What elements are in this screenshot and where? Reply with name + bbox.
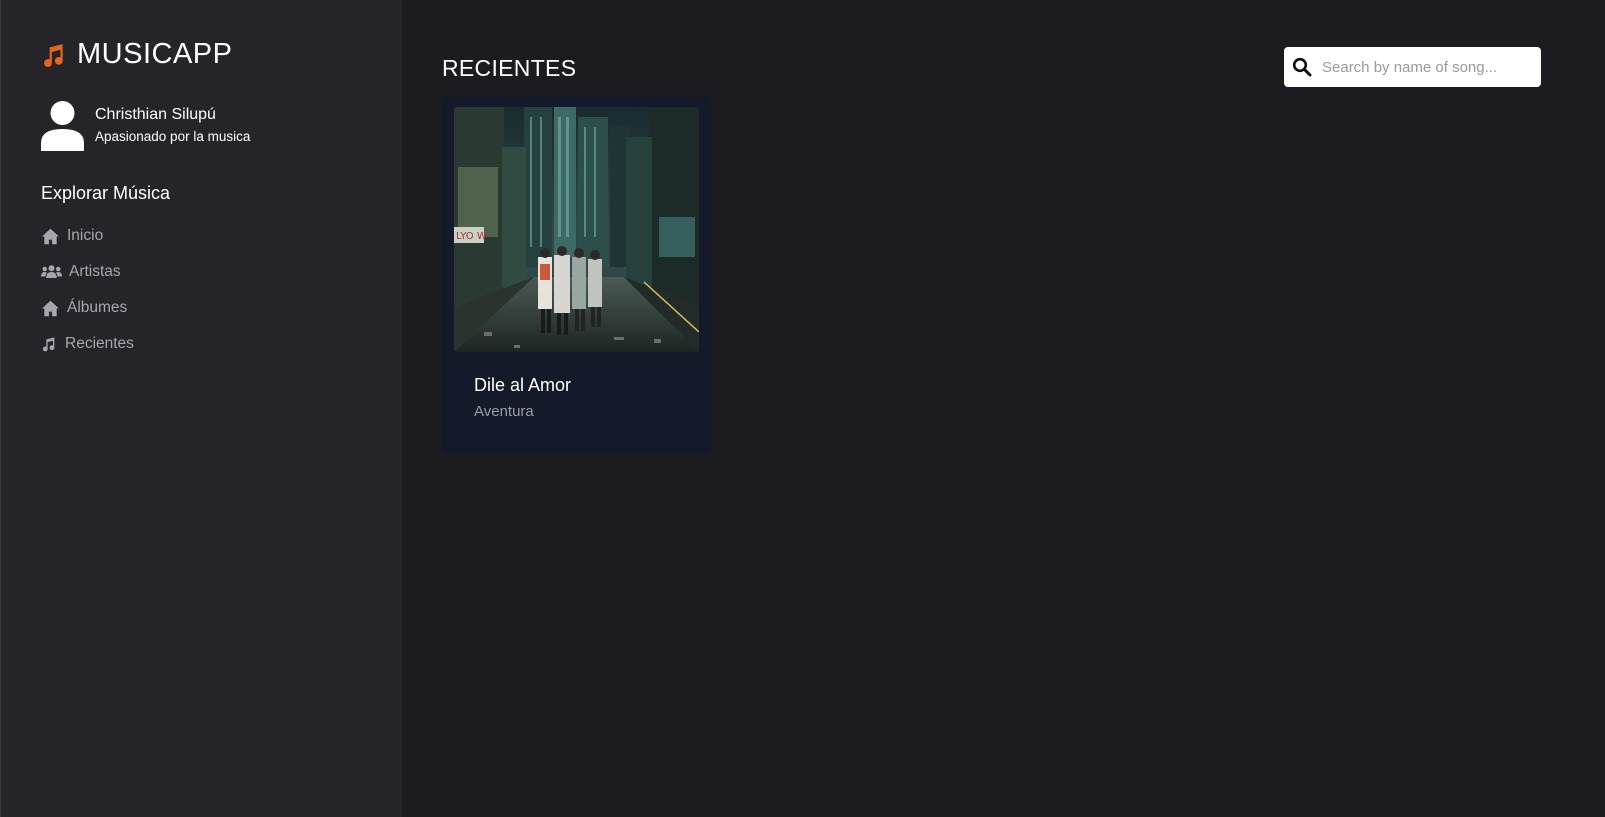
sidebar: MUSICAPP Christhian Silupú Apasionado po…	[0, 0, 402, 817]
brand-logo[interactable]: MUSICAPP	[41, 38, 232, 71]
brand-name: MUSICAPP	[77, 38, 233, 70]
sidebar-item-label: Álbumes	[67, 299, 128, 316]
user-icon	[41, 101, 84, 151]
profile-text: Christhian Silupú Apasionado por la musi…	[95, 106, 250, 144]
sidebar-item-label: Inicio	[67, 227, 104, 244]
sidebar-item-label: Artistas	[69, 263, 121, 280]
search-bar	[1284, 47, 1541, 87]
app-root: MUSICAPP Christhian Silupú Apasionado po…	[0, 0, 1605, 817]
home-icon	[41, 227, 61, 245]
sidebar-item-artistas[interactable]: Artistas	[41, 262, 134, 282]
section-title-explore: Explorar Música	[41, 183, 171, 203]
sidebar-item-recientes[interactable]: Recientes	[41, 334, 134, 354]
music-note-icon	[41, 335, 59, 353]
profile-name: Christhian Silupú	[95, 106, 216, 123]
page-title: RECIENTES	[442, 55, 577, 81]
search-icon	[1292, 57, 1312, 77]
main-content: RECIENTES Search by name of song... LYO …	[402, 0, 1605, 817]
music-note-icon	[44, 43, 63, 67]
sidebar-item-inicio[interactable]: Inicio	[41, 226, 134, 246]
album-cover: LYO W	[454, 107, 699, 352]
song-title: Dile al Amor	[474, 375, 572, 395]
song-card[interactable]: LYO W Dile al Amor Aventura	[442, 96, 711, 454]
search-input[interactable]	[1320, 57, 1530, 77]
song-artist: Aventura	[474, 403, 534, 420]
profile-bio: Apasionado por la musica	[95, 129, 251, 144]
users-icon	[41, 263, 63, 281]
sidebar-item-label: Recientes	[65, 335, 134, 352]
home-icon	[41, 299, 61, 317]
sidebar-nav: Inicio Artistas Álbumes Recientes	[41, 226, 134, 370]
user-profile: Christhian Silupú Apasionado por la musi…	[41, 101, 250, 151]
sidebar-item-albumes[interactable]: Álbumes	[41, 298, 134, 318]
svg-text:LYO W: LYO W	[456, 231, 487, 242]
album-cover-image: LYO W	[454, 107, 699, 352]
